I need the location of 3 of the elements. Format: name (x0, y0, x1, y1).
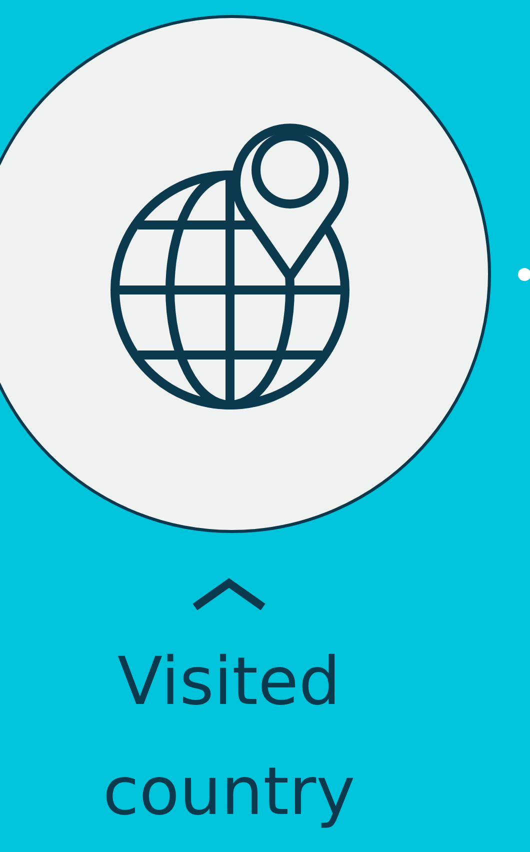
caption-text: Visited country (102, 642, 356, 832)
connector-dot (518, 268, 530, 280)
chevron-up-icon (191, 577, 267, 611)
